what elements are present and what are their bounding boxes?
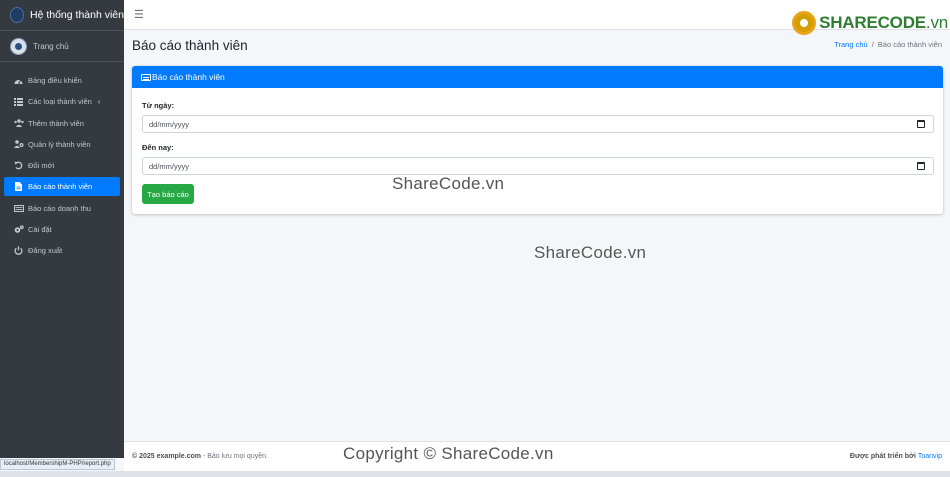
undo-icon xyxy=(13,161,24,170)
sidebar-item-manage-members[interactable]: Quản lý thành viên xyxy=(4,135,120,154)
breadcrumb-home-link[interactable]: Trang chủ xyxy=(834,40,868,49)
footer-rights: - Bảo lưu mọi quyền. xyxy=(202,453,268,460)
calendar-icon[interactable] xyxy=(917,120,925,128)
users-manage-icon xyxy=(13,140,24,149)
card-header: Báo cáo thành viên xyxy=(132,66,943,88)
sidebar-item-logout[interactable]: Đăng xuất xyxy=(4,241,120,260)
sidebar-item-label: Đăng xuất xyxy=(28,246,63,256)
sidebar: Hệ thống thành viên Trang chủ Bảng điều … xyxy=(0,0,124,458)
footer-site-link[interactable]: example.com xyxy=(157,453,201,460)
report-card: Báo cáo thành viên Từ ngày: dd/mm/yyyy Đ… xyxy=(132,66,943,214)
generate-report-button[interactable]: Tạo báo cáo xyxy=(142,184,194,204)
sidebar-item-member-report[interactable]: Báo cáo thành viên xyxy=(4,177,120,197)
sidebar-item-dashboard[interactable]: Bảng điều khiển xyxy=(4,71,120,90)
sidebar-item-label: Bảng điều khiển xyxy=(28,76,82,85)
footer-copyright: © 2025 example.com - Bảo lưu mọi quyền. xyxy=(132,453,268,460)
status-bar-url: localhost/MembershipM-PHP/report.php xyxy=(0,459,115,470)
avatar xyxy=(10,37,27,55)
sidebar-nav: Bảng điều khiển Các loại thành viên ‹ Th… xyxy=(0,71,124,260)
users-add-icon xyxy=(13,119,24,128)
sidebar-item-add-member[interactable]: Thêm thành viên xyxy=(4,114,120,133)
sidebar-item-label: Báo cáo doanh thu xyxy=(28,203,91,213)
brand-link[interactable]: Hệ thống thành viên xyxy=(0,0,124,31)
to-date-input[interactable]: dd/mm/yyyy xyxy=(142,157,934,175)
from-date-input[interactable]: dd/mm/yyyy xyxy=(142,115,934,133)
watermark-text: ShareCode.vn xyxy=(534,243,647,262)
breadcrumb-separator: / xyxy=(871,40,874,49)
sidebar-item-revenue-report[interactable]: Báo cáo doanh thu xyxy=(4,199,120,218)
to-date-label: Đến nay: xyxy=(142,143,174,152)
breadcrumb: Trang chủ / Báo cáo thành viên xyxy=(834,40,942,49)
sidebar-item-label: Cài đặt xyxy=(28,225,52,235)
sidebar-item-label: Quản lý thành viên xyxy=(28,139,91,149)
sidebar-item-label: Đổi mới xyxy=(28,161,55,171)
menu-toggle-icon[interactable]: ☰ xyxy=(134,8,144,21)
sidebar-item-member-types[interactable]: Các loại thành viên ‹ xyxy=(4,92,120,111)
copyright-watermark: Copyright © ShareCode.vn xyxy=(343,444,554,463)
footer-developed-by: Được phát triển bởi xyxy=(849,453,916,460)
logo-suffix-text: .vn xyxy=(925,13,948,32)
from-date-label: Từ ngày: xyxy=(142,101,175,110)
footer-credit: Được phát triển bởi Toanvip xyxy=(850,453,942,460)
money-icon xyxy=(13,204,24,212)
list-icon xyxy=(13,97,24,106)
calendar-icon[interactable] xyxy=(917,162,925,170)
taskbar-strip xyxy=(0,471,950,477)
from-date-placeholder: dd/mm/yyyy xyxy=(149,119,190,129)
brand-logo-icon xyxy=(10,7,24,23)
user-panel[interactable]: Trang chủ xyxy=(0,31,124,62)
to-date-placeholder: dd/mm/yyyy xyxy=(149,161,190,171)
sharecode-logo-icon xyxy=(792,11,817,35)
gears-icon xyxy=(13,225,24,234)
brand-title: Hệ thống thành viên xyxy=(30,9,124,21)
file-icon xyxy=(13,182,24,192)
sidebar-item-renew[interactable]: Đổi mới xyxy=(4,156,120,175)
watermark-text: ShareCode.vn xyxy=(392,174,505,193)
dashboard-icon xyxy=(13,77,24,85)
footer-copyright-year: © 2025 xyxy=(132,453,155,460)
sidebar-item-settings[interactable]: Cài đặt xyxy=(4,220,120,239)
footer-developer-link[interactable]: Toanvip xyxy=(918,453,942,460)
sidebar-item-label: Các loại thành viên xyxy=(28,97,92,107)
page-title: Báo cáo thành viên xyxy=(132,38,248,53)
sidebar-item-label: Thêm thành viên xyxy=(28,118,84,128)
card-title: Báo cáo thành viên xyxy=(152,72,225,82)
power-icon xyxy=(13,246,24,256)
top-navbar: ☰ SHARECODE.vn xyxy=(124,0,950,35)
logo-main-text: SHARECODE xyxy=(819,13,926,32)
breadcrumb-current: Báo cáo thành viên xyxy=(877,40,942,49)
report-card-icon xyxy=(141,73,151,81)
sharecode-logo: SHARECODE.vn xyxy=(792,11,948,35)
user-name: Trang chủ xyxy=(33,41,69,51)
chevron-left-icon[interactable]: ‹ xyxy=(98,97,101,106)
sidebar-item-label: Báo cáo thành viên xyxy=(28,182,93,192)
